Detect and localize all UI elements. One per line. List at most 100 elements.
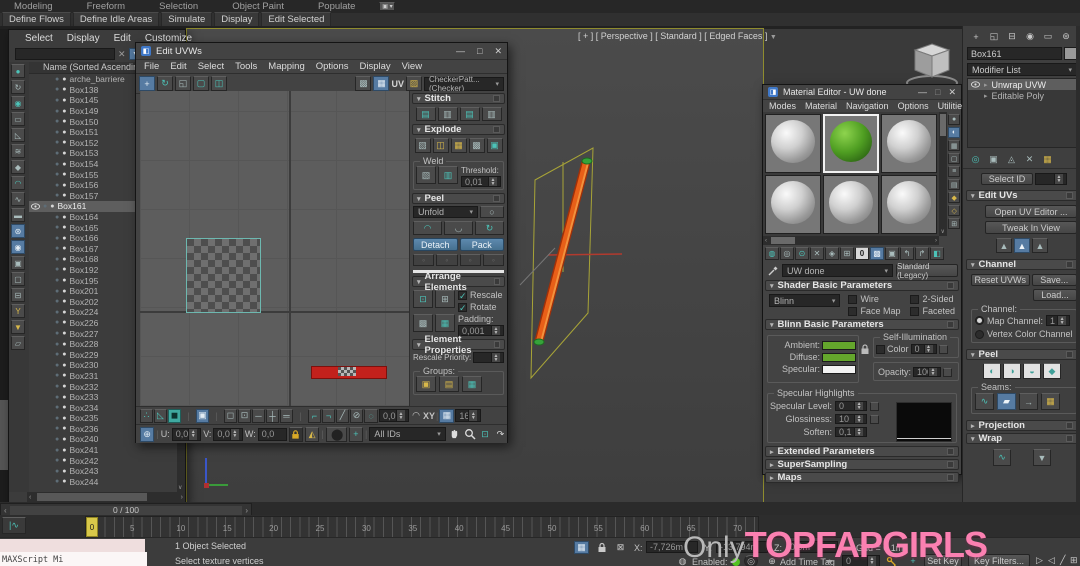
peel-mode-dropdown[interactable]: Unfold▾ [413, 206, 478, 218]
display-groups-icon[interactable]: ▬ [11, 208, 25, 222]
texture-list-dropdown[interactable]: CheckerPatt... (Checker)▾ [424, 77, 504, 91]
assign-material-icon[interactable]: ⊙ [795, 247, 809, 260]
edit-uvws-menu-item[interactable]: Options [316, 61, 349, 72]
scale-tool-icon[interactable]: ◱ [175, 76, 191, 91]
zoom-extents-icon[interactable]: ↷ [494, 427, 507, 442]
backlight-icon[interactable]: ◐ [948, 127, 960, 138]
put-material-icon[interactable]: ◎ [780, 247, 794, 260]
weld-selected-icon[interactable]: ▧ [416, 166, 436, 184]
y-coordinate-field[interactable]: -13,794m [716, 541, 768, 553]
falloff-curve-icon[interactable]: ◠ [410, 409, 422, 423]
ribbon-panel-item[interactable]: Simulate [161, 12, 212, 27]
display-xrefs-icon[interactable]: ⊛ [11, 224, 25, 238]
texture-options-icon[interactable]: ▨ [406, 76, 422, 91]
scene-object-box161[interactable] [500, 130, 650, 390]
frame-back-icon[interactable]: ‹ [1, 506, 10, 515]
key-mode-icon[interactable] [884, 555, 898, 566]
transform-typein-icon[interactable]: ⊕ [140, 427, 154, 442]
maximize-icon[interactable]: □ [477, 46, 482, 57]
tab-modify-icon[interactable]: ◱ [987, 30, 1001, 43]
unpin-icon[interactable]: ◦ [436, 254, 457, 266]
detach-button[interactable]: Detach [413, 238, 458, 251]
grid-snap-icon[interactable]: ▦ [439, 409, 454, 423]
isolate-selection-icon[interactable]: ▦ [574, 541, 589, 554]
display-frozen-icon[interactable]: ▣ [11, 256, 25, 270]
make-preview-icon[interactable]: ▤ [948, 179, 960, 190]
self-illum-map-button[interactable] [939, 345, 948, 354]
rotate-tool-icon[interactable]: ↻ [157, 76, 173, 91]
tweak-in-view-button[interactable]: Tweak In View [985, 221, 1077, 234]
material-sample[interactable] [881, 114, 937, 173]
display-cameras-icon[interactable]: ◆ [11, 160, 25, 174]
uv-red-island[interactable] [311, 366, 387, 379]
ambient-color-swatch[interactable] [822, 341, 856, 350]
arrange-rollout-header[interactable]: ▾Arrange Elements [412, 276, 505, 287]
pin-icon[interactable]: ◦ [413, 254, 434, 266]
stitch-to-target-icon[interactable]: ▥ [438, 107, 458, 121]
time-tag-icon[interactable]: ⊕ [766, 555, 778, 566]
material-menu-item[interactable]: Options [898, 101, 929, 111]
folder-icon[interactable]: ▱ [11, 336, 25, 350]
glossiness-field[interactable]: 10▲▼ [835, 414, 867, 424]
material-menu-item[interactable]: Navigation [846, 101, 889, 111]
adaptive-degradation-icon[interactable]: ◍ [676, 555, 689, 566]
peel-reset-icon[interactable]: ◡ [444, 221, 473, 235]
peel-rollout-header[interactable]: ▾Peel [412, 193, 505, 204]
vertex-color-channel-radio[interactable] [975, 330, 984, 339]
flatten-by-face-angle-icon[interactable]: ◫ [433, 138, 449, 153]
edit-uvws-menu-item[interactable]: Select [198, 61, 224, 72]
material-editor-titlebar[interactable]: ◨ Material Editor - UW done — □ ✕ [763, 85, 961, 100]
lock-ambient-diffuse-icon[interactable] [860, 343, 870, 355]
weld-custom-icon[interactable]: ▥ [438, 166, 458, 184]
uv-canvas[interactable] [140, 91, 409, 406]
pack-button[interactable]: Pack [460, 238, 505, 251]
uv-checker-island[interactable] [186, 238, 261, 313]
ribbon-panel-item[interactable]: Display [214, 12, 259, 27]
peel-rollout-header-panel[interactable]: ▾Peel [966, 349, 1078, 360]
ribbon-panel-item[interactable]: Edit Selected [261, 12, 331, 27]
rescale-priority-field[interactable]: ▲▼ [473, 352, 504, 363]
display-geometry-icon[interactable]: ▭ [11, 112, 25, 126]
explode-rollout-header[interactable]: ▾Explode [412, 124, 505, 135]
flip-preview-icon[interactable]: ◭ [305, 427, 319, 442]
explorer-menu-item[interactable]: Display [67, 33, 100, 44]
grow-selection-icon[interactable]: ─ [252, 409, 265, 423]
tab-hierarchy-icon[interactable]: ⊟ [1005, 30, 1019, 43]
shader-basic-rollout-header[interactable]: ▾Shader Basic Parameters [765, 280, 959, 291]
play-icon[interactable]: ▷ [1036, 555, 1043, 566]
reset-peel-icon[interactable]: ◑ [1003, 363, 1021, 379]
maxscript-mini-listener[interactable]: MAXScript Mi [0, 552, 147, 566]
select-object-icon[interactable]: ● [11, 64, 25, 78]
display-lights-icon[interactable]: ≋ [11, 144, 25, 158]
edit-seams-icon[interactable]: ∿ [975, 393, 994, 410]
threshold-field[interactable]: 0,01▲▼ [461, 176, 501, 187]
opacity-map-button[interactable] [943, 368, 952, 377]
specular-level-field[interactable]: 0▲▼ [835, 401, 867, 411]
x-coordinate-field[interactable]: -7,726m [646, 541, 698, 553]
quick-peel-icon[interactable]: ◐ [983, 363, 1001, 379]
modifier-visibility-icon[interactable] [971, 81, 980, 88]
self-illum-color-checkbox[interactable] [876, 345, 885, 354]
point-to-point-seam-icon[interactable]: ▰ [997, 393, 1016, 410]
stitch-rollout-header[interactable]: ▾Stitch [412, 93, 505, 104]
wrap-rollout-header[interactable]: ▾Wrap [966, 433, 1078, 444]
reset-map-icon[interactable]: ✕ [810, 247, 824, 260]
edit-uvs-rollout-header[interactable]: ▾Edit UVs [966, 190, 1078, 201]
maximize-viewport-toggle-icon[interactable]: ⊞ [1070, 555, 1078, 566]
remove-modifier-icon[interactable]: ✕ [1023, 153, 1036, 165]
lock-selection-icon[interactable] [289, 427, 303, 442]
u-field[interactable]: 0,0▲▼ [172, 428, 202, 441]
modifier-list-dropdown[interactable]: Modifier List▾ [967, 63, 1077, 76]
peel-mode-icon[interactable]: ◒ [1023, 363, 1041, 379]
vertex-mode-icon[interactable]: ∴ [140, 409, 153, 423]
stitch-tool-icon[interactable]: ▤ [416, 107, 436, 121]
display-shapes-icon[interactable]: ◺ [11, 128, 25, 142]
sample-tiling-icon[interactable]: ▢ [948, 153, 960, 164]
frame-forward-icon[interactable]: › [242, 506, 251, 515]
opacity-field[interactable]: 100▲▼ [913, 367, 941, 377]
mirror-tool-icon[interactable]: ◫ [211, 76, 227, 91]
viewport-filter-icon[interactable]: ▼ [770, 34, 777, 41]
select-by-material-icon[interactable]: ◇ [948, 205, 960, 216]
shading-type-dropdown[interactable]: Blinn▾ [769, 294, 840, 307]
material-rollout-header[interactable]: ▸Extended Parameters [765, 446, 959, 457]
